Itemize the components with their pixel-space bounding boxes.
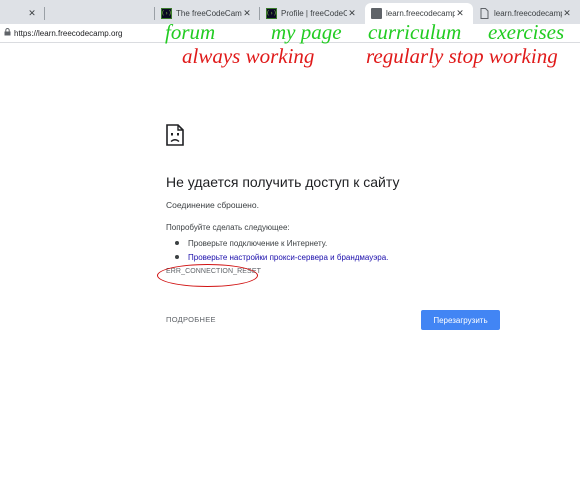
bullet-icon bbox=[175, 255, 179, 259]
page-icon bbox=[479, 8, 490, 19]
tab-title: The freeCodeCamp Fo bbox=[176, 9, 242, 18]
close-tab-icon[interactable]: ✕ bbox=[562, 8, 572, 19]
tab-title: Profile | freeCodeCam bbox=[281, 9, 347, 18]
close-tab-icon[interactable]: ✕ bbox=[455, 8, 465, 19]
annotation-curriculum: curriculum bbox=[368, 20, 462, 44]
close-tab-icon[interactable]: ✕ bbox=[27, 8, 37, 19]
page-dark-icon bbox=[371, 8, 382, 19]
error-try-text: Попробуйте сделать следующее: bbox=[166, 223, 290, 232]
sad-page-icon bbox=[166, 124, 184, 146]
tab-title: learn.freecodecamp.o bbox=[494, 9, 562, 18]
fcc-icon: (›) bbox=[161, 8, 172, 19]
annotation-my-page: my page bbox=[271, 20, 342, 44]
bullet-icon bbox=[175, 241, 179, 245]
lock-icon[interactable] bbox=[2, 28, 12, 38]
tab-blank[interactable]: ✕ bbox=[0, 3, 45, 24]
error-subtitle: Соединение сброшено. bbox=[166, 200, 259, 210]
close-tab-icon[interactable]: ✕ bbox=[242, 8, 252, 19]
annotation-regularly-stop-working: regularly stop working bbox=[366, 44, 558, 68]
reload-button[interactable]: Перезагрузить bbox=[421, 310, 500, 330]
suggestion-text: Проверьте подключение к Интернету. bbox=[188, 238, 328, 248]
proxy-settings-link[interactable]: Проверьте настройки прокси-сервера и бра… bbox=[188, 253, 388, 262]
list-item[interactable]: Проверьте настройки прокси-сервера и бра… bbox=[175, 250, 388, 264]
fcc-icon: (›) bbox=[266, 8, 277, 19]
annotation-forum: forum bbox=[165, 20, 216, 44]
highlight-oval bbox=[157, 264, 258, 287]
annotation-exercises: exercises bbox=[488, 20, 565, 44]
tab-empty[interactable] bbox=[45, 3, 155, 24]
suggestion-list: Проверьте подключение к Интернету. Прове… bbox=[175, 236, 388, 264]
details-button[interactable]: ПОДРОБНЕЕ bbox=[166, 315, 216, 324]
error-title: Не удается получить доступ к сайту bbox=[166, 174, 400, 190]
list-item: Проверьте подключение к Интернету. bbox=[175, 236, 388, 250]
url-text[interactable]: https://learn.freecodecamp.org bbox=[14, 29, 123, 38]
annotation-always-working: always working bbox=[182, 44, 315, 68]
tab-title: learn.freecodecamp.o bbox=[386, 9, 455, 18]
close-tab-icon[interactable]: ✕ bbox=[347, 8, 357, 19]
